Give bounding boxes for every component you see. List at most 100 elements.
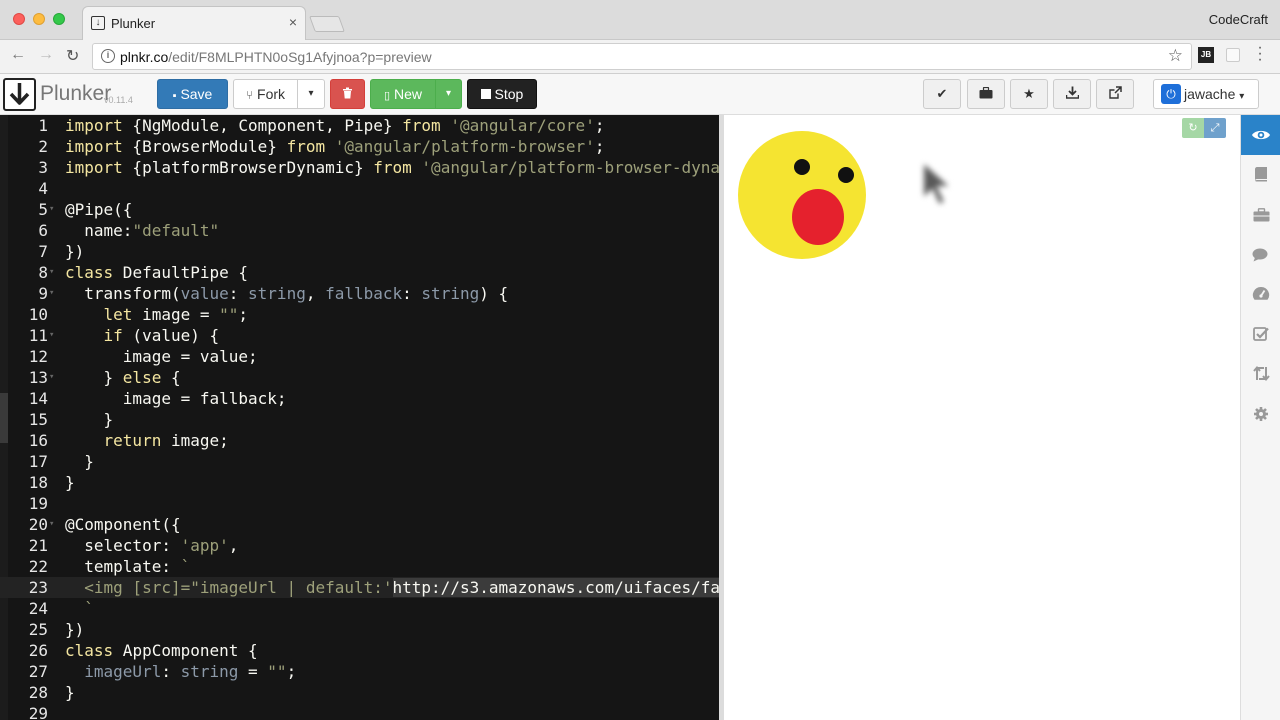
code-line[interactable]: 29 [0, 703, 719, 720]
star-button[interactable]: ★ [1010, 79, 1048, 109]
fork-button[interactable]: ⑂ Fork [233, 79, 298, 109]
code-line[interactable]: 23 <img [src]="imageUrl | default:'http:… [0, 577, 719, 598]
browser-profile-name[interactable]: CodeCraft [1209, 12, 1268, 27]
sidebar-item-retweet[interactable] [1241, 355, 1280, 395]
line-number[interactable]: 28 [8, 682, 48, 703]
jetbrains-extension-icon[interactable]: JB [1198, 47, 1214, 63]
line-number[interactable]: 22 [8, 556, 48, 577]
new-button[interactable]: ▯ New [370, 79, 436, 109]
line-number[interactable]: 23 [8, 577, 48, 598]
line-number[interactable]: 7 [8, 241, 48, 262]
code-line[interactable]: 26 class AppComponent { [0, 640, 719, 661]
code-line[interactable]: 9 ▾ transform(value: string, fallback: st… [0, 283, 719, 304]
line-number[interactable]: 17 [8, 451, 48, 472]
url-input[interactable]: i plnkr.co/edit/F8MLPHTN0oSg1Afyjnoa?p=p… [92, 43, 1192, 70]
code-line[interactable]: 4 [0, 178, 719, 199]
extension-icon[interactable] [1226, 48, 1240, 62]
briefcase-button[interactable] [967, 79, 1005, 109]
browser-menu-icon[interactable]: · · · [1255, 40, 1265, 68]
close-tab-icon[interactable]: × [289, 14, 297, 30]
code-line[interactable]: 2 import {BrowserModule} from '@angular/p… [0, 136, 719, 157]
delete-button[interactable] [330, 79, 365, 109]
line-number[interactable]: 2 [8, 136, 48, 157]
line-number[interactable]: 1 [8, 115, 48, 136]
code-editor[interactable]: 1 import {NgModule, Component, Pipe} from… [0, 115, 719, 720]
fork-dropdown-button[interactable]: ▾ [297, 79, 325, 109]
sidebar-item-docs[interactable] [1241, 155, 1280, 195]
code-line[interactable]: 13 ▾ } else { [0, 367, 719, 388]
bookmark-star-icon[interactable]: ☆ [1168, 46, 1183, 66]
plunker-logo-icon[interactable] [3, 78, 36, 111]
plunker-logo-text[interactable]: Plunker [40, 82, 111, 106]
line-number[interactable]: 29 [8, 703, 48, 720]
line-number[interactable]: 13 [8, 367, 48, 388]
open-external-button[interactable] [1096, 79, 1134, 109]
line-number[interactable]: 26 [8, 640, 48, 661]
code-line[interactable]: 22 template: ` [0, 556, 719, 577]
code-line[interactable]: 11 ▾ if (value) { [0, 325, 719, 346]
sidebar-item-preview[interactable] [1241, 115, 1280, 155]
new-dropdown-button[interactable]: ▾ [435, 79, 462, 109]
code-line[interactable]: 25}) [0, 619, 719, 640]
code-line[interactable]: 7}) [0, 241, 719, 262]
code-line[interactable]: 1 import {NgModule, Component, Pipe} from… [0, 115, 719, 136]
sidebar-item-settings[interactable] [1241, 395, 1280, 435]
check-button[interactable]: ✔ [923, 79, 961, 109]
code-line[interactable]: 15 } [0, 409, 719, 430]
line-number[interactable]: 14 [8, 388, 48, 409]
line-number[interactable]: 9 [8, 283, 48, 304]
line-number[interactable]: 27 [8, 661, 48, 682]
line-number[interactable]: 18 [8, 472, 48, 493]
code-line[interactable]: 8 ▾ class DefaultPipe { [0, 262, 719, 283]
code-line[interactable]: 21 selector: 'app', [0, 535, 719, 556]
new-tab-button[interactable] [309, 16, 345, 32]
line-number[interactable]: 16 [8, 430, 48, 451]
code-line[interactable]: 14 image = fallback; [0, 388, 719, 409]
close-window-button[interactable] [13, 13, 25, 25]
save-button[interactable]: ▪ Save [157, 79, 228, 109]
code-line[interactable]: 3 import {platformBrowserDynamic} from '@… [0, 157, 719, 178]
line-number[interactable]: 24 [8, 598, 48, 619]
line-number[interactable]: 15 [8, 409, 48, 430]
reload-icon[interactable]: ↻ [66, 46, 79, 66]
code-line[interactable]: 6 name:"default" [0, 220, 719, 241]
line-number[interactable]: 4 [8, 178, 48, 199]
forward-arrow-icon[interactable]: → [38, 46, 54, 64]
line-number[interactable]: 8 [8, 262, 48, 283]
line-number[interactable]: 12 [8, 346, 48, 367]
sidebar-item-comments[interactable] [1241, 235, 1280, 275]
line-number[interactable]: 25 [8, 619, 48, 640]
code-line[interactable]: 10 let image = ""; [0, 304, 719, 325]
line-number[interactable]: 19 [8, 493, 48, 514]
line-number[interactable]: 11 [8, 325, 48, 346]
info-icon[interactable]: i [101, 49, 115, 63]
fold-toggle-icon[interactable]: ▾ [49, 367, 54, 388]
code-line[interactable]: 5 ▾ @Pipe({ [0, 199, 719, 220]
code-line[interactable]: 16 return image; [0, 430, 719, 451]
line-number[interactable]: 21 [8, 535, 48, 556]
refresh-preview-button[interactable]: ↻ [1182, 118, 1204, 138]
fold-toggle-icon[interactable]: ▾ [49, 514, 54, 535]
line-number[interactable]: 20 [8, 514, 48, 535]
code-line[interactable]: 19 [0, 493, 719, 514]
sidebar-item-dashboard[interactable] [1241, 275, 1280, 315]
sidebar-item-packages[interactable] [1241, 195, 1280, 235]
code-line[interactable]: 18} [0, 472, 719, 493]
fold-toggle-icon[interactable]: ▾ [49, 283, 54, 304]
line-number[interactable]: 5 [8, 199, 48, 220]
code-line[interactable]: 24 ` [0, 598, 719, 619]
line-number[interactable]: 6 [8, 220, 48, 241]
code-line[interactable]: 17 } [0, 451, 719, 472]
stop-button[interactable]: Stop [467, 79, 537, 109]
sidebar-item-checklist[interactable] [1241, 315, 1280, 355]
user-menu-button[interactable]: ⏻ jawache ▾ [1153, 79, 1259, 109]
code-line[interactable]: 12 image = value; [0, 346, 719, 367]
line-number[interactable]: 10 [8, 304, 48, 325]
line-number[interactable]: 3 [8, 157, 48, 178]
expand-preview-button[interactable]: ⤢ [1204, 118, 1226, 138]
fold-toggle-icon[interactable]: ▾ [49, 325, 54, 346]
code-line[interactable]: 20 ▾ @Component({ [0, 514, 719, 535]
code-line[interactable]: 27 imageUrl: string = ""; [0, 661, 719, 682]
minimize-window-button[interactable] [33, 13, 45, 25]
code-line[interactable]: 28} [0, 682, 719, 703]
